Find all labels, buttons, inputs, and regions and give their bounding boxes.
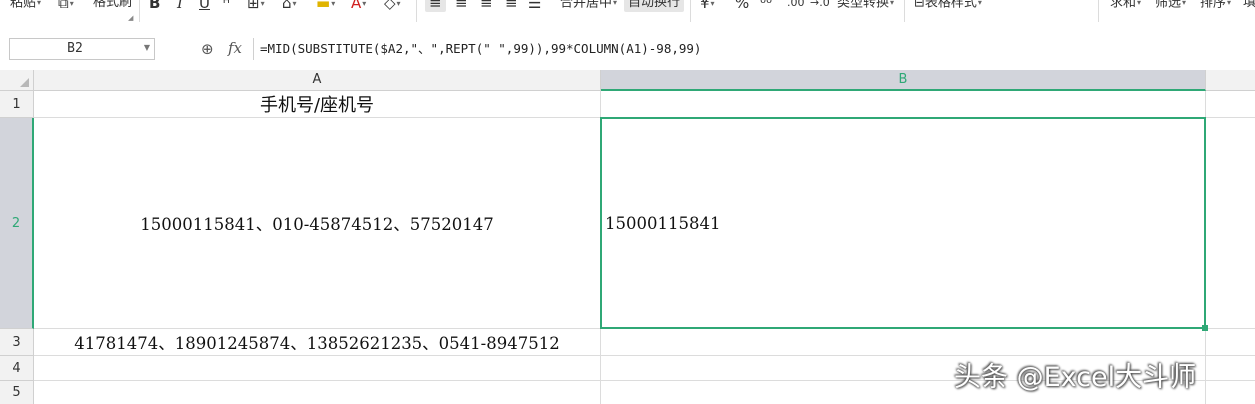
row-header-3[interactable]: 3: [0, 329, 34, 356]
cell-b3[interactable]: [601, 329, 1206, 356]
border-icon[interactable]: ⊞▾: [247, 0, 265, 13]
underline-button[interactable]: U: [199, 0, 210, 12]
divider: [690, 0, 691, 22]
fx-icon[interactable]: fx: [228, 39, 242, 57]
divider: [416, 0, 417, 22]
font-color-icon[interactable]: A▾: [351, 0, 366, 13]
clear-format-icon[interactable]: ◇▾: [384, 0, 401, 13]
row-header-5[interactable]: 5: [0, 381, 34, 404]
name-box[interactable]: B2 ▼: [9, 38, 155, 60]
cell-b2-text: 15000115841: [605, 213, 721, 233]
select-all-icon: [20, 78, 29, 87]
row-header-4[interactable]: 4: [0, 356, 34, 381]
format-painter-button[interactable]: 格式刷: [93, 0, 132, 12]
divider: [904, 0, 905, 22]
cell-c1[interactable]: [1206, 91, 1255, 118]
highlight-icon[interactable]: ▬▾: [316, 0, 335, 13]
cell-c5[interactable]: [1206, 381, 1255, 404]
bold-button[interactable]: B: [149, 0, 160, 12]
copy-icon[interactable]: ⧉▾: [58, 0, 74, 13]
formula-input[interactable]: =MID(SUBSTITUTE($A2,"、",REPT(" ",99)),99…: [253, 38, 1255, 60]
cell-a1-text: 手机号/座机号: [259, 95, 375, 116]
cell-c2[interactable]: [1206, 118, 1255, 329]
fill-color-icon[interactable]: ⌂▾: [282, 0, 297, 13]
wrap-text-button[interactable]: 自动换行: [624, 0, 685, 12]
column-header-b[interactable]: B: [601, 70, 1206, 91]
sort-button[interactable]: 排序▾: [1200, 0, 1231, 13]
watermark: 头条 @Excel大斗师: [954, 362, 1197, 393]
percent-button[interactable]: %: [735, 0, 749, 12]
increase-decimal-icon[interactable]: .00: [787, 0, 805, 12]
sum-button[interactable]: 求和▾: [1110, 0, 1141, 13]
divider: [1098, 0, 1099, 22]
cell-b1[interactable]: [601, 91, 1206, 118]
justify-icon[interactable]: ≡: [505, 0, 518, 12]
merge-center-button[interactable]: 合并居中▾: [560, 0, 617, 13]
row-header-1[interactable]: 1: [0, 91, 34, 118]
strikethrough-icon[interactable]: ꟸ: [222, 0, 231, 12]
select-all-button[interactable]: [0, 70, 34, 91]
align-left-icon[interactable]: ≡: [425, 0, 446, 12]
zoom-icon[interactable]: ⊕: [201, 40, 214, 58]
align-right-icon[interactable]: ≡: [480, 0, 493, 12]
align-center-icon[interactable]: ≡: [455, 0, 468, 12]
name-box-value: B2: [67, 41, 83, 56]
cell-b2[interactable]: 15000115841: [601, 118, 1206, 329]
filter-button[interactable]: 筛选▾: [1155, 0, 1186, 13]
table-style-button[interactable]: ⊟表格样式▾: [914, 0, 982, 13]
cell-c4[interactable]: [1206, 356, 1255, 381]
cell-a2-text: 15000115841、010-45874512、57520147: [140, 215, 494, 234]
cell-c3[interactable]: [1206, 329, 1255, 356]
formula-bar: B2 ▼ ⊕ fx =MID(SUBSTITUTE($A2,"、",REPT("…: [0, 26, 1255, 71]
ribbon-toolbar: 粘贴▾ ⧉▾ 格式刷 ◢ B I U ꟸ ⊞▾ ⌂▾ ▬▾ A▾ ◇▾ ≡ ≡ …: [0, 0, 1255, 27]
clipboard-launcher-icon[interactable]: ◢: [128, 14, 133, 22]
chevron-down-icon[interactable]: ▼: [144, 43, 150, 52]
cell-a3-text: 41781474、18901245874、13852621235、0541-89…: [74, 334, 560, 353]
cell-a3[interactable]: 41781474、18901245874、13852621235、0541-89…: [34, 329, 601, 356]
row-header-2[interactable]: 2: [0, 118, 34, 329]
cell-a4[interactable]: [34, 356, 601, 381]
type-convert-button[interactable]: 类型转换▾: [837, 0, 894, 13]
currency-button[interactable]: ¥▾: [700, 0, 715, 13]
column-header-c[interactable]: [1206, 70, 1255, 91]
cell-a1[interactable]: 手机号/座机号: [34, 91, 601, 118]
paste-button[interactable]: 粘贴▾: [10, 0, 41, 13]
cell-a2[interactable]: 15000115841、010-45874512、57520147: [34, 118, 601, 329]
column-header-a[interactable]: A: [34, 70, 601, 91]
distribute-icon[interactable]: ☰: [528, 0, 541, 12]
divider: [139, 0, 140, 22]
italic-button[interactable]: I: [177, 0, 183, 12]
thousands-icon[interactable]: ⁰⁰: [760, 0, 772, 12]
cell-a5[interactable]: [34, 381, 601, 404]
fill-handle[interactable]: [1202, 325, 1208, 331]
fill-button[interactable]: 填: [1243, 0, 1255, 12]
decrease-decimal-icon[interactable]: →.0: [810, 0, 830, 12]
